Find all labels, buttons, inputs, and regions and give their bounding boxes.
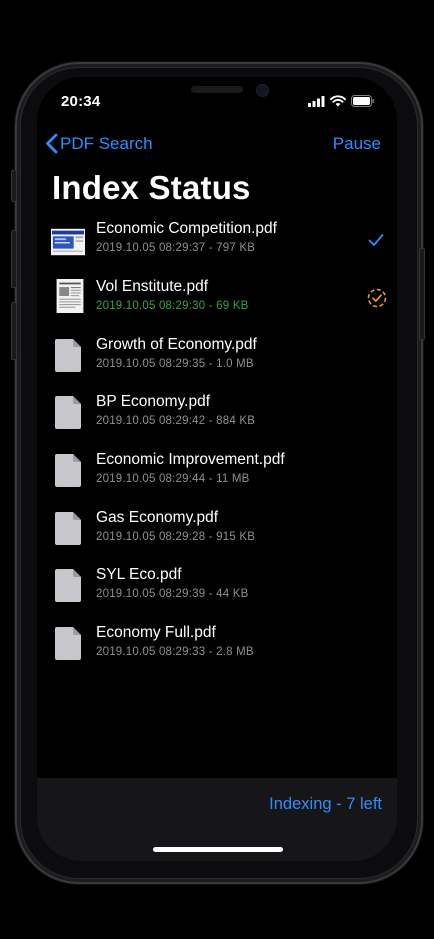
- file-meta: 2019.10.05 08:29:37 - 797 KB: [96, 242, 256, 254]
- document-icon: [55, 454, 81, 487]
- file-row[interactable]: SYL Eco.pdf 2019.10.05 08:29:39 - 44 KB: [37, 566, 397, 625]
- wifi-icon: [330, 95, 346, 107]
- file-name: Growth of Economy.pdf: [96, 336, 257, 353]
- document-icon: [55, 569, 81, 602]
- pause-button[interactable]: Pause: [333, 134, 381, 154]
- file-row[interactable]: Gas Economy.pdf 2019.10.05 08:29:28 - 91…: [37, 509, 397, 568]
- file-row[interactable]: Economic Improvement.pdf 2019.10.05 08:2…: [37, 451, 397, 510]
- cellular-signal-icon: [308, 95, 325, 107]
- file-name: Economy Full.pdf: [96, 624, 216, 641]
- pdf-thumbnail: [51, 228, 85, 256]
- file-row[interactable]: BP Economy.pdf 2019.10.05 08:29:42 - 884…: [37, 393, 397, 452]
- file-meta: 2019.10.05 08:29:35 - 1.0 MB: [96, 358, 254, 370]
- file-row[interactable]: Vol Enstitute.pdf 2019.10.05 08:29:30 - …: [37, 278, 397, 337]
- file-row[interactable]: Growth of Economy.pdf 2019.10.05 08:29:3…: [37, 336, 397, 395]
- file-name: Gas Economy.pdf: [96, 509, 219, 526]
- chevron-left-icon: [46, 133, 58, 154]
- bottom-toolbar: Indexing - 7 left: [37, 778, 397, 861]
- page-title: Index Status: [52, 169, 251, 206]
- pdf-thumbnail: [56, 279, 84, 313]
- file-row[interactable]: Economy Full.pdf 2019.10.05 08:29:33 - 2…: [37, 624, 397, 683]
- file-meta: 2019.10.05 08:29:33 - 2.8 MB: [96, 646, 254, 658]
- progress-check-icon: [367, 288, 387, 308]
- file-name: Economic Competition.pdf: [96, 220, 277, 237]
- document-icon: [55, 339, 81, 372]
- volume-down-button: [11, 302, 17, 360]
- file-meta: 2019.10.05 08:29:44 - 11 MB: [96, 473, 250, 485]
- earpiece-speaker: [191, 86, 243, 93]
- file-meta: 2019.10.05 08:29:39 - 44 KB: [96, 588, 249, 600]
- file-meta: 2019.10.05 08:29:28 - 915 KB: [96, 531, 256, 543]
- file-name: SYL Eco.pdf: [96, 566, 182, 583]
- back-button[interactable]: PDF Search: [45, 133, 153, 154]
- back-button-label: PDF Search: [60, 133, 153, 153]
- power-button: [419, 248, 425, 340]
- file-meta: 2019.10.05 08:29:42 - 884 KB: [96, 415, 256, 427]
- file-row[interactable]: Economic Competition.pdf 2019.10.05 08:2…: [37, 220, 397, 279]
- app-screen: 20:34 PDF Search Pause Index Status Econ…: [37, 77, 397, 861]
- file-name: BP Economy.pdf: [96, 393, 211, 410]
- front-camera: [256, 84, 269, 97]
- file-name: Vol Enstitute.pdf: [96, 278, 209, 295]
- checkmark-icon: [368, 234, 384, 246]
- volume-up-button: [11, 230, 17, 288]
- file-name: Economic Improvement.pdf: [96, 451, 285, 468]
- document-icon: [55, 512, 81, 545]
- status-icons: [308, 95, 375, 107]
- home-indicator[interactable]: [153, 847, 283, 852]
- document-icon: [55, 627, 81, 660]
- battery-icon: [351, 95, 375, 107]
- status-time: 20:34: [61, 93, 101, 110]
- document-icon: [55, 396, 81, 429]
- file-meta: 2019.10.05 08:29:30 - 69 KB: [96, 300, 249, 312]
- indexing-status: Indexing - 7 left: [269, 795, 382, 813]
- silent-switch: [11, 170, 17, 202]
